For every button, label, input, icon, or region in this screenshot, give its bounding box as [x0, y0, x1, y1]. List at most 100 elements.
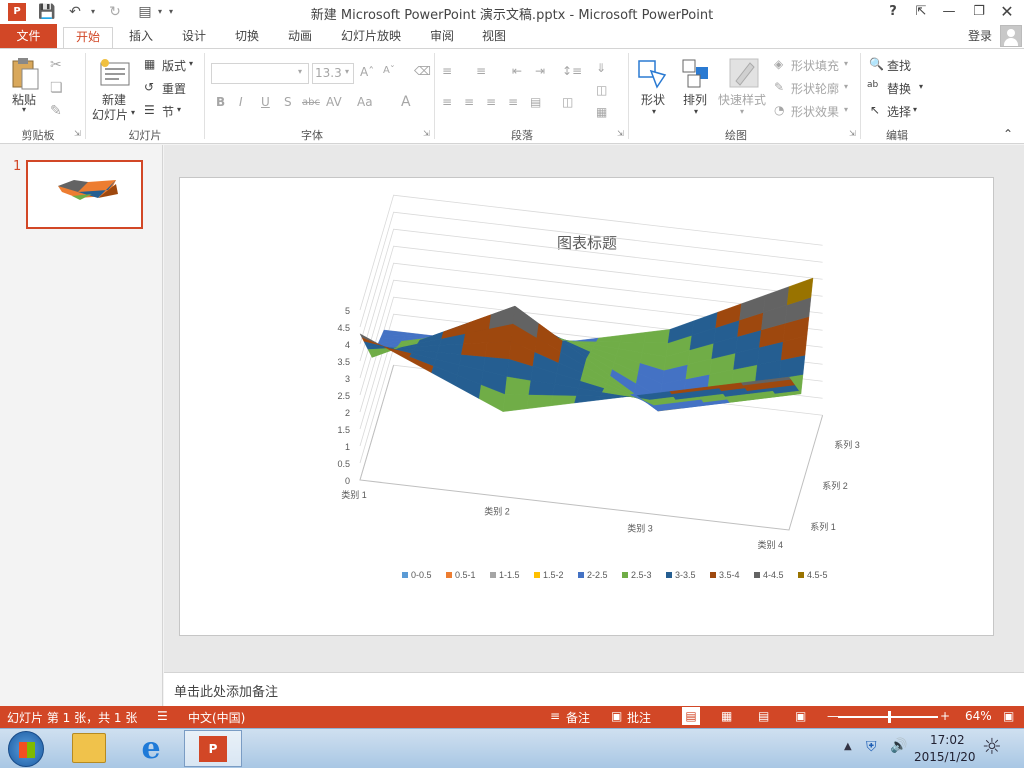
- paragraph-launcher-icon[interactable]: ⇲: [617, 129, 624, 138]
- justify-icon[interactable]: ≡: [508, 95, 518, 109]
- slide-sorter-icon[interactable]: ▦: [721, 709, 732, 723]
- chart-legend[interactable]: 0-0.5 0.5-1 1-1.5 1.5-2 2-2.5 2.5-3 3-3.5 3.5-4…: [402, 570, 828, 580]
- columns-icon[interactable]: ◫: [562, 95, 573, 109]
- quick-styles-dropdown-icon[interactable]: ▾: [740, 107, 744, 116]
- clipboard-launcher-icon[interactable]: ⇲: [74, 129, 81, 138]
- increase-indent-icon[interactable]: ⇥: [535, 64, 545, 78]
- powerpoint-taskbar-icon[interactable]: P: [184, 730, 242, 767]
- shapes-dropdown-icon[interactable]: ▾: [652, 107, 656, 116]
- select-dropdown-icon[interactable]: ▾: [913, 105, 917, 114]
- language-status[interactable]: 中文(中国): [188, 709, 245, 726]
- text-direction-icon[interactable]: ⇓: [596, 61, 606, 75]
- shapes-icon[interactable]: [637, 57, 669, 89]
- surface-chart[interactable]: 图表标题 00.511.522.533.544.55 类别 1类别 2类别 3类…: [180, 178, 995, 637]
- shape-outline-button[interactable]: 形状轮廓: [791, 80, 839, 97]
- arrange-button[interactable]: 排列: [683, 91, 707, 108]
- spell-check-icon[interactable]: ☰: [157, 709, 168, 723]
- zoom-slider-thumb[interactable]: [888, 711, 891, 723]
- slide-count-status[interactable]: 幻灯片 第 1 张，共 1 张: [7, 709, 137, 726]
- shape-effects-button[interactable]: 形状效果: [791, 103, 839, 120]
- tab-animations[interactable]: 动画: [280, 27, 320, 48]
- slide-thumbnail[interactable]: [26, 160, 143, 229]
- smartart-icon[interactable]: ▦: [596, 105, 607, 119]
- clear-formatting-icon[interactable]: ⌫: [414, 64, 431, 78]
- tab-slideshow[interactable]: 幻灯片放映: [337, 27, 405, 48]
- tab-design[interactable]: 设计: [174, 27, 214, 48]
- tab-transitions[interactable]: 切换: [227, 27, 267, 48]
- bullets-icon[interactable]: ≡: [442, 64, 452, 78]
- shape-effects-icon[interactable]: ◔: [774, 103, 784, 117]
- ribbon-display-options-icon[interactable]: ⇱: [910, 2, 932, 22]
- section-button[interactable]: 节: [162, 103, 174, 120]
- shapes-button[interactable]: 形状: [641, 91, 665, 108]
- replace-dropdown-icon[interactable]: ▾: [919, 82, 923, 91]
- paste-dropdown-icon[interactable]: ▾: [22, 105, 26, 114]
- copy-icon[interactable]: ❏: [50, 80, 63, 96]
- layout-icon[interactable]: ▦: [144, 57, 155, 71]
- decrease-indent-icon[interactable]: ⇤: [512, 64, 522, 78]
- drawing-launcher-icon[interactable]: ⇲: [849, 129, 856, 138]
- shape-fill-icon[interactable]: ◈: [774, 57, 783, 71]
- zoom-slider[interactable]: [838, 711, 938, 723]
- section-icon[interactable]: ☰: [144, 103, 155, 117]
- chart-surface[interactable]: [359, 277, 814, 412]
- shape-fill-button[interactable]: 形状填充: [791, 57, 839, 74]
- italic-button[interactable]: I: [239, 95, 243, 109]
- grow-font-icon[interactable]: Aˆ: [360, 65, 374, 79]
- help-button[interactable]: ?: [882, 2, 904, 22]
- zoom-in-icon[interactable]: +: [940, 709, 950, 723]
- strikethrough-button[interactable]: abc: [302, 97, 320, 108]
- explorer-taskbar-icon[interactable]: [72, 733, 106, 763]
- select-icon[interactable]: ↖: [870, 103, 880, 117]
- arrange-icon[interactable]: [680, 57, 712, 89]
- reading-view-icon[interactable]: ▤: [758, 709, 769, 723]
- volume-tray-icon[interactable]: 🔊: [890, 738, 907, 754]
- shape-outline-icon[interactable]: ✎: [774, 80, 784, 94]
- internet-explorer-taskbar-icon[interactable]: e: [134, 732, 168, 766]
- clock-time[interactable]: 17:02: [930, 733, 965, 747]
- numbering-icon[interactable]: ≡: [476, 64, 486, 78]
- layout-button[interactable]: 版式: [162, 57, 186, 74]
- quick-styles-button[interactable]: 快速样式: [718, 91, 766, 108]
- quick-styles-icon[interactable]: [728, 57, 760, 89]
- shape-outline-dropdown-icon[interactable]: ▾: [844, 82, 848, 91]
- font-color-button[interactable]: A: [401, 94, 411, 110]
- bold-button[interactable]: B: [216, 95, 225, 109]
- slideshow-view-icon[interactable]: ▣: [795, 709, 806, 723]
- brightness-icon[interactable]: ☼: [982, 735, 1002, 760]
- replace-icon[interactable]: ab: [867, 80, 878, 90]
- close-icon[interactable]: ✕: [996, 2, 1018, 22]
- fit-slide-icon[interactable]: ▣: [1003, 709, 1014, 723]
- find-icon[interactable]: 🔍: [869, 57, 884, 71]
- align-text-icon[interactable]: ◫: [596, 83, 607, 97]
- collapse-ribbon-icon[interactable]: ⌃: [1003, 127, 1013, 141]
- shrink-font-icon[interactable]: Aˇ: [383, 65, 395, 76]
- tab-file[interactable]: 文件: [0, 24, 57, 48]
- change-case-button[interactable]: Aa: [357, 95, 373, 109]
- new-slide-icon[interactable]: [99, 57, 131, 89]
- reset-icon[interactable]: ↺: [144, 80, 154, 94]
- section-dropdown-icon[interactable]: ▾: [177, 105, 181, 114]
- layout-dropdown-icon[interactable]: ▾: [189, 59, 193, 68]
- find-button[interactable]: 查找: [887, 57, 911, 74]
- restore-icon[interactable]: ❐: [968, 2, 990, 22]
- font-name-input[interactable]: [211, 63, 309, 84]
- font-size-dropdown-icon[interactable]: ▾: [345, 67, 349, 76]
- zoom-level[interactable]: 64%: [965, 709, 992, 723]
- new-slide-label-2[interactable]: 幻灯片: [92, 106, 128, 123]
- account-avatar[interactable]: [1000, 25, 1022, 47]
- arrange-dropdown-icon[interactable]: ▾: [694, 107, 698, 116]
- security-tray-icon[interactable]: ⛨: [866, 739, 877, 755]
- font-name-dropdown-icon[interactable]: ▾: [298, 67, 302, 76]
- tab-home[interactable]: 开始: [63, 27, 113, 48]
- paste-icon[interactable]: [10, 57, 42, 90]
- text-shadow-button[interactable]: S: [284, 95, 292, 109]
- format-painter-icon[interactable]: ✎: [50, 103, 62, 119]
- tab-view[interactable]: 视图: [474, 27, 514, 48]
- underline-button[interactable]: U: [261, 95, 270, 109]
- align-right-icon[interactable]: ≡: [486, 95, 496, 109]
- align-center-icon[interactable]: ≡: [464, 95, 474, 109]
- minimize-icon[interactable]: —: [938, 2, 960, 22]
- cut-icon[interactable]: ✂: [50, 57, 62, 73]
- comments-button[interactable]: 批注: [627, 709, 651, 726]
